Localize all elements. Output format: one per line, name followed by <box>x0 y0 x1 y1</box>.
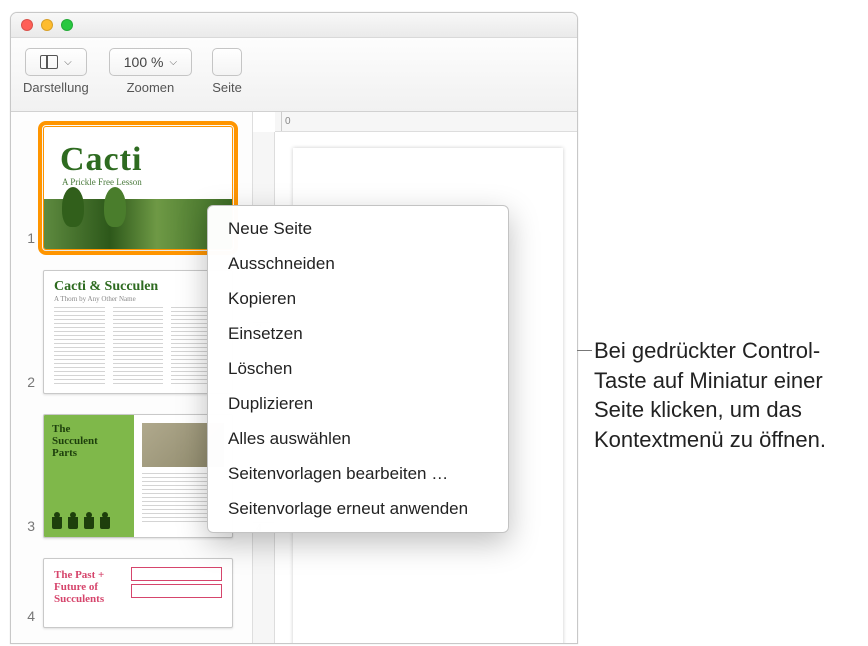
ruler-tick-0: 0 <box>281 112 291 131</box>
thumb4-title-line3: Succulents <box>54 593 104 605</box>
menu-item-paste[interactable]: Einsetzen <box>208 317 508 352</box>
thumb2-title: Cacti & Succulen <box>44 271 232 295</box>
thumbnail-number: 4 <box>21 608 35 628</box>
menu-item-cut[interactable]: Ausschneiden <box>208 247 508 282</box>
thumbnail-number: 1 <box>21 230 35 250</box>
page-thumbnail-2[interactable]: Cacti & Succulen A Thorn by Any Other Na… <box>43 270 233 394</box>
callout-leader-line <box>577 350 592 351</box>
thumb4-title-line1: The Past + <box>54 569 104 581</box>
thumb3-plant-icons <box>52 517 110 529</box>
thumb3-title-line3: Parts <box>52 447 77 459</box>
horizontal-ruler: 0 <box>275 112 577 132</box>
thumb1-subtitle: A Prickle Free Lesson <box>44 177 232 187</box>
thumb3-left-panel: The Succulent Parts <box>44 415 134 537</box>
view-button[interactable]: ⌵ <box>25 48 87 76</box>
thumb1-image <box>44 199 232 249</box>
menu-item-new-page[interactable]: Neue Seite <box>208 212 508 247</box>
toolbar-next-group: Seite <box>212 48 242 95</box>
zoom-value: 100 % <box>124 54 164 70</box>
page-thumbnail-3[interactable]: The Succulent Parts <box>43 414 233 538</box>
menu-item-copy[interactable]: Kopieren <box>208 282 508 317</box>
toolbar-zoom-group: 100 % ⌵ Zoomen <box>109 48 192 95</box>
thumb2-text-columns <box>54 307 222 385</box>
zoom-label: Zoomen <box>127 80 175 95</box>
thumbnail-row-4: 4 The Past + Future of Succulents <box>21 558 242 628</box>
toolbar-view-group: ⌵ Darstellung <box>23 48 89 95</box>
window-zoom-button[interactable] <box>61 19 73 31</box>
context-menu: Neue Seite Ausschneiden Kopieren Einsetz… <box>207 205 509 533</box>
menu-item-duplicate[interactable]: Duplizieren <box>208 387 508 422</box>
callout-text: Bei gedrückter Control-Taste auf Miniatu… <box>594 336 856 455</box>
thumb2-subtitle: A Thorn by Any Other Name <box>44 295 232 303</box>
thumb1-title: Cacti <box>44 127 232 179</box>
toolbar: ⌵ Darstellung 100 % ⌵ Zoomen Seite <box>11 38 577 112</box>
thumbnail-number: 3 <box>21 518 35 538</box>
zoom-dropdown[interactable]: 100 % ⌵ <box>109 48 192 76</box>
view-button-label: Darstellung <box>23 80 89 95</box>
window-titlebar <box>11 13 577 38</box>
menu-item-edit-templates[interactable]: Seitenvorlagen bearbeiten … <box>208 457 508 492</box>
chevron-down-icon: ⌵ <box>169 57 177 68</box>
thumb3-title-line1: The <box>52 423 70 435</box>
next-button[interactable] <box>212 48 242 76</box>
sidebar-icon <box>40 55 58 69</box>
menu-item-delete[interactable]: Löschen <box>208 352 508 387</box>
window-minimize-button[interactable] <box>41 19 53 31</box>
menu-item-reapply-template[interactable]: Seitenvorlage erneut anwenden <box>208 492 508 527</box>
page-thumbnail-4[interactable]: The Past + Future of Succulents <box>43 558 233 628</box>
page-thumbnail-1[interactable]: Cacti A Prickle Free Lesson <box>43 126 233 250</box>
window-close-button[interactable] <box>21 19 33 31</box>
next-button-label: Seite <box>212 80 242 95</box>
chevron-down-icon: ⌵ <box>64 57 72 68</box>
thumb4-title-line2: Future of <box>54 581 98 593</box>
thumb3-title-line2: Succulent <box>52 435 98 447</box>
thumbnail-number: 2 <box>21 374 35 394</box>
menu-item-select-all[interactable]: Alles auswählen <box>208 422 508 457</box>
